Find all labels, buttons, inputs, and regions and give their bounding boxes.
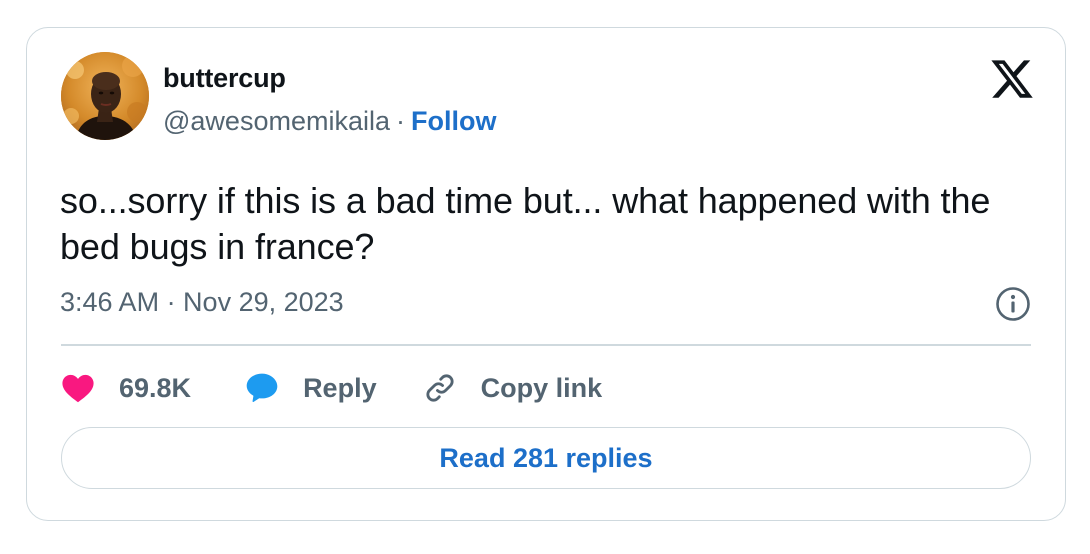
like-count: 69.8K [119, 372, 192, 403]
reply-button[interactable]: Reply [245, 372, 377, 404]
link-icon [426, 374, 454, 402]
tweet-timestamp[interactable]: 3:46 AM · Nov 29, 2023 [60, 287, 344, 318]
avatar-photo [61, 52, 149, 140]
tweet-card: buttercup @awesomemikaila · Follow so...so… [26, 27, 1066, 521]
copy-link-label: Copy link [480, 372, 603, 403]
tweet-actions: 69.8K Reply Copy link [61, 366, 602, 410]
like-button[interactable]: 69.8K [61, 373, 191, 404]
divider [61, 344, 1031, 346]
heart-icon [62, 374, 94, 403]
reply-label: Reply [303, 372, 377, 403]
author-handle-row: @awesomemikaila · Follow [163, 106, 496, 137]
info-icon[interactable] [995, 286, 1031, 322]
speech-bubble-icon [246, 373, 278, 403]
avatar[interactable] [61, 52, 149, 140]
separator-dot: · [395, 106, 405, 136]
author-display-name[interactable]: buttercup [163, 63, 286, 94]
copy-link-button[interactable]: Copy link [423, 371, 603, 405]
read-replies-button[interactable]: Read 281 replies [61, 427, 1031, 489]
author-handle[interactable]: @awesomemikaila [163, 106, 390, 136]
follow-link[interactable]: Follow [411, 106, 496, 136]
tweet-text: so...sorry if this is a bad time but... … [60, 180, 991, 267]
x-logo-icon[interactable] [989, 56, 1035, 102]
